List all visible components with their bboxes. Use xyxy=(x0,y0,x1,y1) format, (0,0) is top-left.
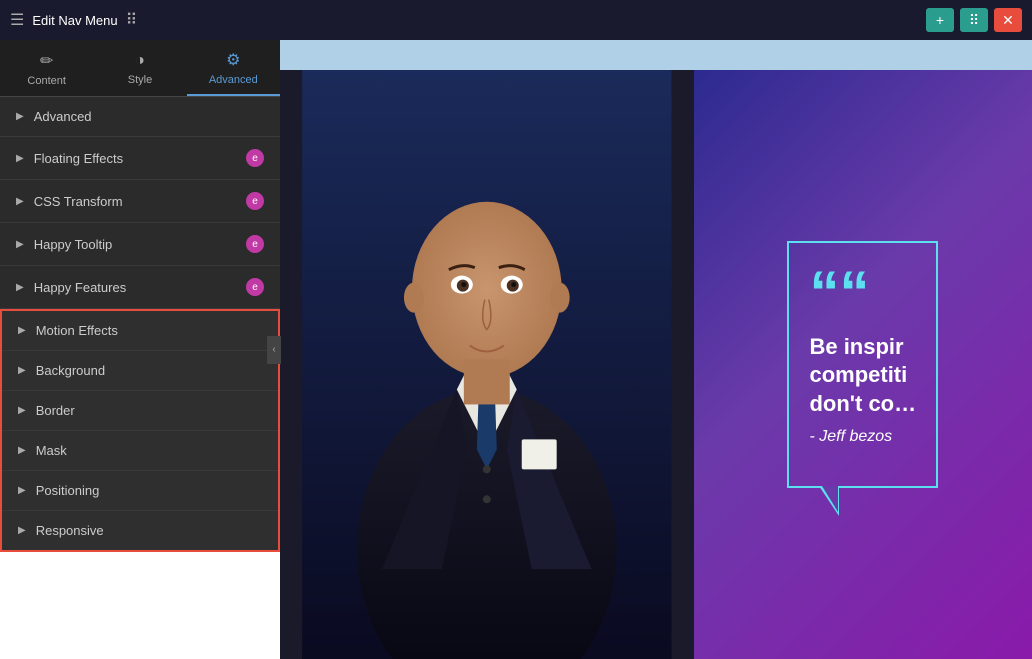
tab-advanced[interactable]: ⚙ Advanced xyxy=(187,40,280,96)
hamburger-icon[interactable]: ☰ xyxy=(10,10,24,30)
person-svg xyxy=(280,70,694,659)
features-badge: e xyxy=(246,278,264,296)
person-image xyxy=(280,70,694,659)
accordion-mask: ▶ Mask xyxy=(2,431,278,471)
accordion-positioning-label: Positioning xyxy=(36,483,262,498)
arrow-icon: ▶ xyxy=(16,196,24,207)
person-area xyxy=(280,70,694,659)
quote-area: ““ Be inspircompetitidon't co… - Jeff be… xyxy=(694,70,1032,659)
accordion-motion-header[interactable]: ▶ Motion Effects xyxy=(2,311,278,350)
arrow-icon: ▶ xyxy=(16,153,24,164)
tab-style[interactable]: ◑ Style xyxy=(93,40,186,96)
quote-mark: ““ xyxy=(809,263,916,323)
grid-icon[interactable]: ⠿ xyxy=(126,10,138,30)
style-tab-icon: ◑ xyxy=(135,52,145,70)
accordion-floating-header[interactable]: ▶ Floating Effects e xyxy=(0,137,280,179)
accordion-background-label: Background xyxy=(36,363,262,378)
content-tab-icon: ✏ xyxy=(40,51,53,71)
accordion-responsive: ▶ Responsive xyxy=(2,511,278,550)
top-bar-right: + ⠿ ✕ xyxy=(926,8,1022,32)
accordion-advanced-label: Advanced xyxy=(34,109,264,124)
main-area: ✏ Content ◑ Style ⚙ Advanced ▶ Advanced xyxy=(0,40,1032,659)
accordion-tooltip-label: Happy Tooltip xyxy=(34,237,246,252)
close-button[interactable]: ✕ xyxy=(994,8,1022,32)
arrow-icon: ▶ xyxy=(16,239,24,250)
arrow-icon: ▶ xyxy=(18,405,26,416)
tooltip-badge: e xyxy=(246,235,264,253)
accordion-advanced: ▶ Advanced xyxy=(0,97,280,137)
arrow-icon: ▶ xyxy=(18,325,26,336)
accordion-css-transform: ▶ CSS Transform e xyxy=(0,180,280,223)
css-badge: e xyxy=(246,192,264,210)
accordion-mask-label: Mask xyxy=(36,443,262,458)
accordion-happy-features: ▶ Happy Features e xyxy=(0,266,280,309)
accordion-happy-tooltip: ▶ Happy Tooltip e xyxy=(0,223,280,266)
accordion-tooltip-header[interactable]: ▶ Happy Tooltip e xyxy=(0,223,280,265)
accordion-border: ▶ Border xyxy=(2,391,278,431)
sidebar: ✏ Content ◑ Style ⚙ Advanced ▶ Advanced xyxy=(0,40,280,552)
top-bar-title: Edit Nav Menu xyxy=(32,13,117,28)
accordion-background-header[interactable]: ▶ Background xyxy=(2,351,278,390)
drag-button[interactable]: ⠿ xyxy=(960,8,988,32)
accordion-border-header[interactable]: ▶ Border xyxy=(2,391,278,430)
accordion-floating-label: Floating Effects xyxy=(34,151,246,166)
arrow-icon: ▶ xyxy=(18,525,26,536)
quote-text: Be inspircompetitidon't co… xyxy=(809,333,916,419)
arrow-icon: ▶ xyxy=(18,445,26,456)
content-area: ““ Be inspircompetitidon't co… - Jeff be… xyxy=(280,40,1032,659)
accordion-background: ▶ Background xyxy=(2,351,278,391)
sidebar-collapse-btn[interactable]: ‹ xyxy=(267,336,281,364)
arrow-icon: ▶ xyxy=(16,111,24,122)
accordion-css-header[interactable]: ▶ CSS Transform e xyxy=(0,180,280,222)
accordion-positioning-header[interactable]: ▶ Positioning xyxy=(2,471,278,510)
top-bar: ☰ Edit Nav Menu ⠿ + ⠿ ✕ xyxy=(0,0,1032,40)
accordion-features-header[interactable]: ▶ Happy Features e xyxy=(0,266,280,308)
top-bar-left: ☰ Edit Nav Menu ⠿ xyxy=(10,10,137,30)
accordion-floating-effects: ▶ Floating Effects e xyxy=(0,137,280,180)
floating-badge: e xyxy=(246,149,264,167)
quote-author: - Jeff bezos xyxy=(809,428,916,446)
quote-tail-inner xyxy=(822,486,838,512)
accordion-positioning: ▶ Positioning xyxy=(2,471,278,511)
accordion-responsive-label: Responsive xyxy=(36,523,262,538)
arrow-icon: ▶ xyxy=(18,365,26,376)
tab-content-label: Content xyxy=(27,75,66,87)
tabs-row: ✏ Content ◑ Style ⚙ Advanced xyxy=(0,40,280,97)
accordion-border-label: Border xyxy=(36,403,262,418)
arrow-icon: ▶ xyxy=(16,282,24,293)
tab-advanced-label: Advanced xyxy=(209,74,258,86)
move-button[interactable]: + xyxy=(926,8,954,32)
tab-style-label: Style xyxy=(128,74,152,86)
arrow-icon: ▶ xyxy=(18,485,26,496)
accordion-advanced-header[interactable]: ▶ Advanced xyxy=(0,97,280,136)
accordion-features-label: Happy Features xyxy=(34,280,246,295)
slide-content: ““ Be inspircompetitidon't co… - Jeff be… xyxy=(280,70,1032,659)
tab-content[interactable]: ✏ Content xyxy=(0,40,93,96)
accordion-css-label: CSS Transform xyxy=(34,194,246,209)
content-top-bar xyxy=(280,40,1032,70)
advanced-tab-icon: ⚙ xyxy=(226,50,240,70)
accordion-mask-header[interactable]: ▶ Mask xyxy=(2,431,278,470)
accordion-responsive-header[interactable]: ▶ Responsive xyxy=(2,511,278,550)
quote-box: ““ Be inspircompetitidon't co… - Jeff be… xyxy=(787,241,938,489)
accordion-motion-effects: ▶ Motion Effects xyxy=(2,311,278,351)
red-border-section: ▶ Motion Effects ▶ Background ▶ Border xyxy=(0,309,280,552)
accordion-motion-label: Motion Effects xyxy=(36,323,262,338)
sidebar-wrapper: ✏ Content ◑ Style ⚙ Advanced ▶ Advanced xyxy=(0,40,280,659)
